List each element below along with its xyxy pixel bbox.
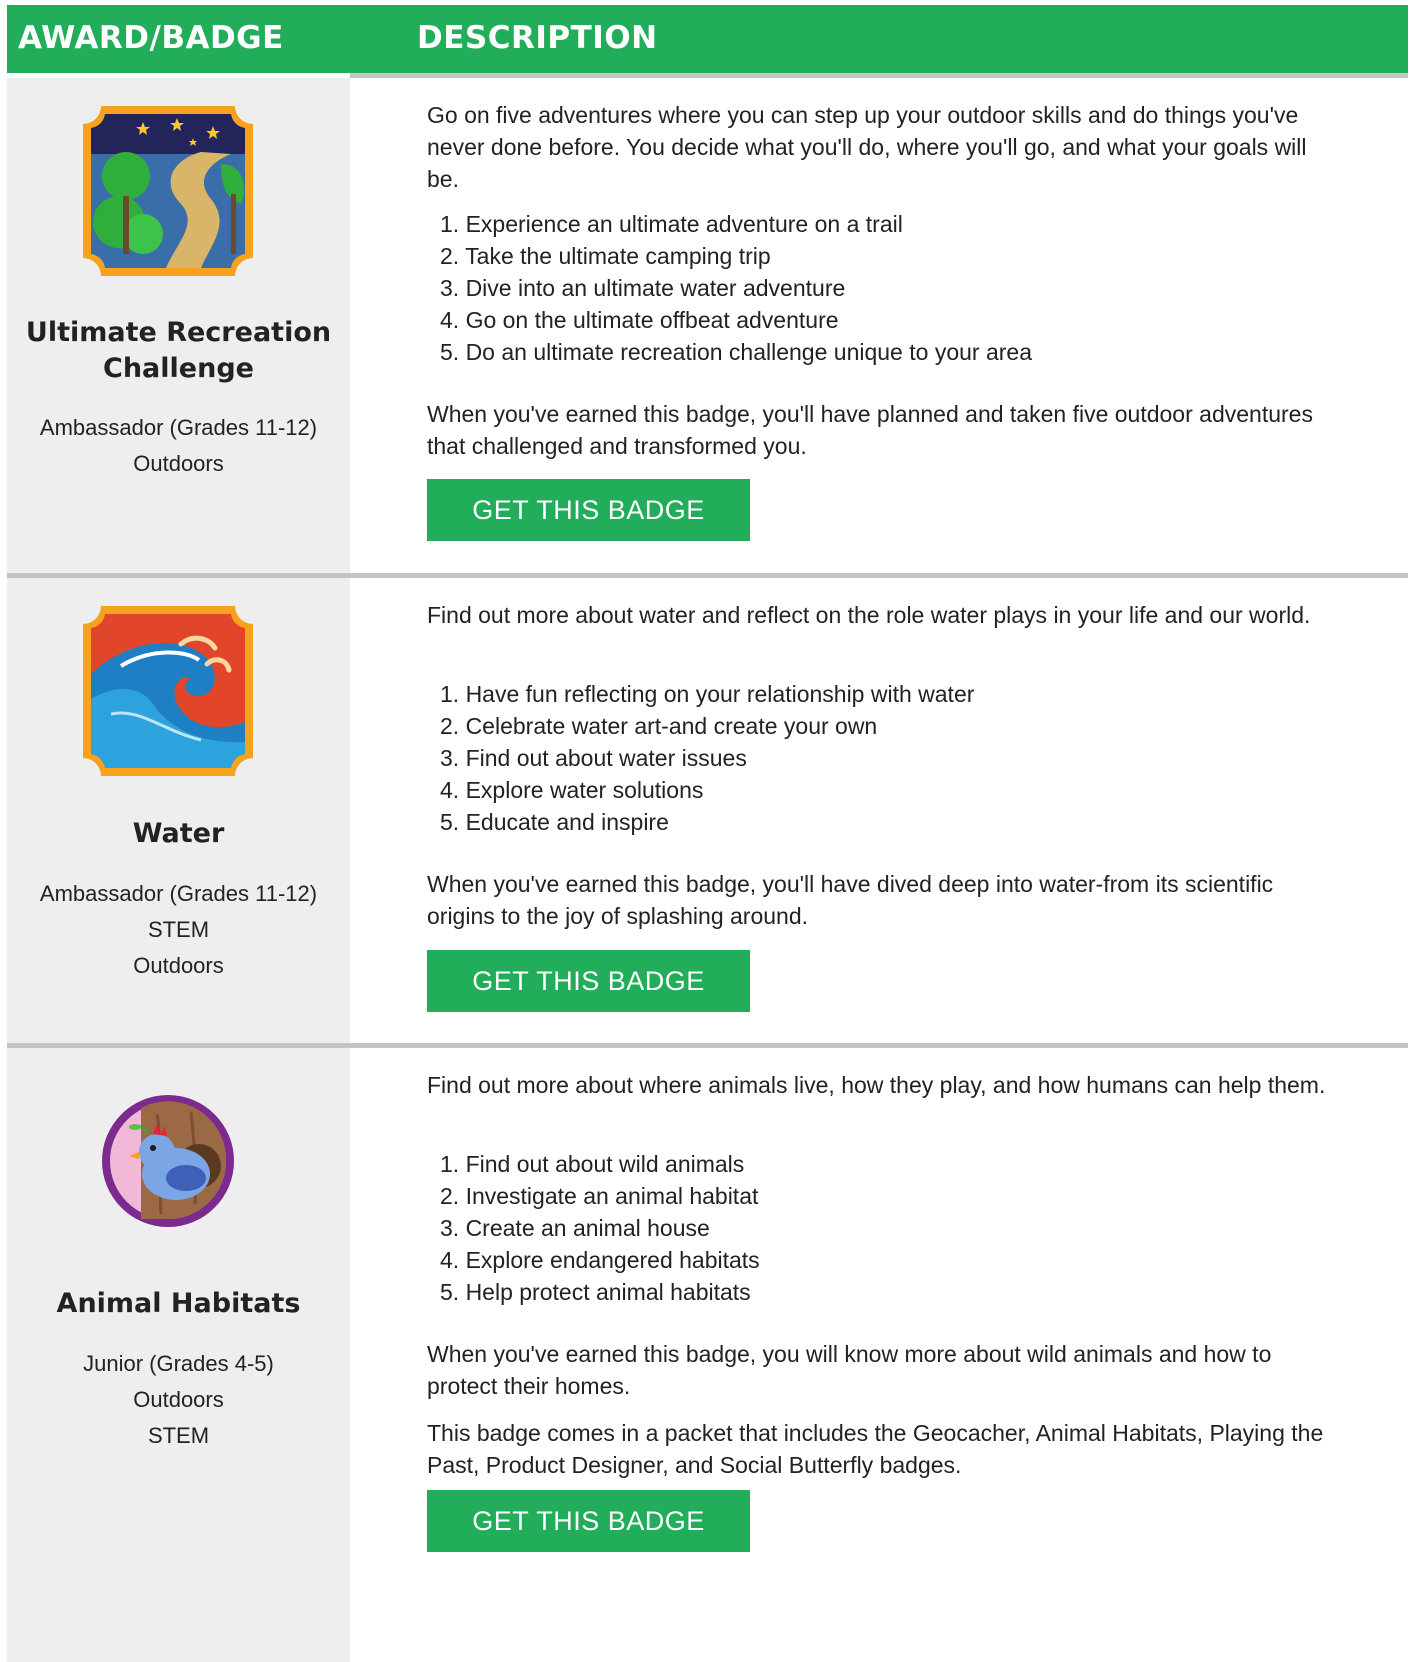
badge-outcome: When you've earned this badge, you'll ha… <box>427 871 1274 929</box>
list-item: 4. Go on the ultimate offbeat adventure <box>440 307 839 333</box>
list-item: 1. Experience an ultimate adventure on a… <box>440 211 903 237</box>
get-this-badge-button[interactable]: GET THIS BADGE <box>427 1490 750 1552</box>
list-item: 5. Help protect animal habitats <box>440 1279 751 1305</box>
list-item: 1. Find out about wild animals <box>440 1151 745 1177</box>
badge-row-water: Water Ambassador (Grades 11-12) STEM Out… <box>7 578 1408 1043</box>
badge-outcome: When you've earned this badge, you will … <box>427 1341 1272 1399</box>
badge-intro: Find out more about where animals live, … <box>427 1072 1326 1098</box>
wave-badge-icon <box>83 606 253 776</box>
badge-packet-note: This badge comes in a packet that includ… <box>427 1420 1324 1478</box>
badge-category: STEM <box>147 917 210 942</box>
badge-category: Outdoors <box>133 953 224 978</box>
list-item: 5. Educate and inspire <box>440 809 669 835</box>
badge-intro: Find out more about water and reflect on… <box>427 602 1311 628</box>
list-item: 2. Take the ultimate camping trip <box>440 243 771 269</box>
badge-category: Outdoors <box>133 1387 224 1412</box>
badge-row-animal-habitats: Animal Habitats Junior (Grades 4-5) Outd… <box>7 1048 1408 1662</box>
badge-title: Animal Habitats <box>56 1288 301 1319</box>
badge-grade-level: Ambassador (Grades 11-12) <box>39 881 318 906</box>
list-item: 2. Investigate an animal habitat <box>440 1183 759 1209</box>
list-item: 1. Have fun reflecting on your relations… <box>440 681 975 707</box>
badge-meta: Ambassador (Grades 11-12) STEM Outdoors <box>7 876 350 984</box>
badge-steps-list: 1. Experience an ultimate adventure on a… <box>440 208 1032 368</box>
list-item: 4. Explore water solutions <box>440 777 704 803</box>
badge-title: Ultimate Recreation Challenge <box>25 317 332 384</box>
award-badge-column-header: AWARD/BADGE <box>18 20 284 56</box>
badge-meta: Ambassador (Grades 11-12) Outdoors <box>7 410 350 482</box>
table-header: AWARD/BADGE DESCRIPTION <box>7 5 1408 73</box>
trail-stars-badge-icon <box>83 106 253 276</box>
list-item: 3. Find out about water issues <box>440 745 747 771</box>
description-column-header: DESCRIPTION <box>417 20 658 56</box>
list-item: 2. Celebrate water art-and create your o… <box>440 713 878 739</box>
list-item: 3. Create an animal house <box>440 1215 710 1241</box>
badge-intro: Go on five adventures where you can step… <box>427 102 1307 192</box>
badge-steps-list: 1. Find out about wild animals 2. Invest… <box>440 1148 760 1308</box>
get-this-badge-button[interactable]: GET THIS BADGE <box>427 950 750 1012</box>
badge-grade-level: Ambassador (Grades 11-12) <box>39 415 318 440</box>
badge-title: Water <box>132 818 225 849</box>
badge-grade-level: Junior (Grades 4-5) <box>83 1351 274 1376</box>
badge-category: Outdoors <box>133 451 224 476</box>
list-item: 4. Explore endangered habitats <box>440 1247 760 1273</box>
list-item: 3. Dive into an ultimate water adventure <box>440 275 846 301</box>
badge-row-ultimate-recreation: Ultimate Recreation Challenge Ambassador… <box>7 78 1408 573</box>
bird-badge-icon <box>102 1095 234 1227</box>
list-item: 5. Do an ultimate recreation challenge u… <box>440 339 1032 365</box>
badge-steps-list: 1. Have fun reflecting on your relations… <box>440 678 974 838</box>
badge-outcome: When you've earned this badge, you'll ha… <box>427 401 1313 459</box>
badge-category: STEM <box>147 1423 210 1448</box>
get-this-badge-button[interactable]: GET THIS BADGE <box>427 479 750 541</box>
badge-meta: Junior (Grades 4-5) Outdoors STEM <box>7 1346 350 1454</box>
